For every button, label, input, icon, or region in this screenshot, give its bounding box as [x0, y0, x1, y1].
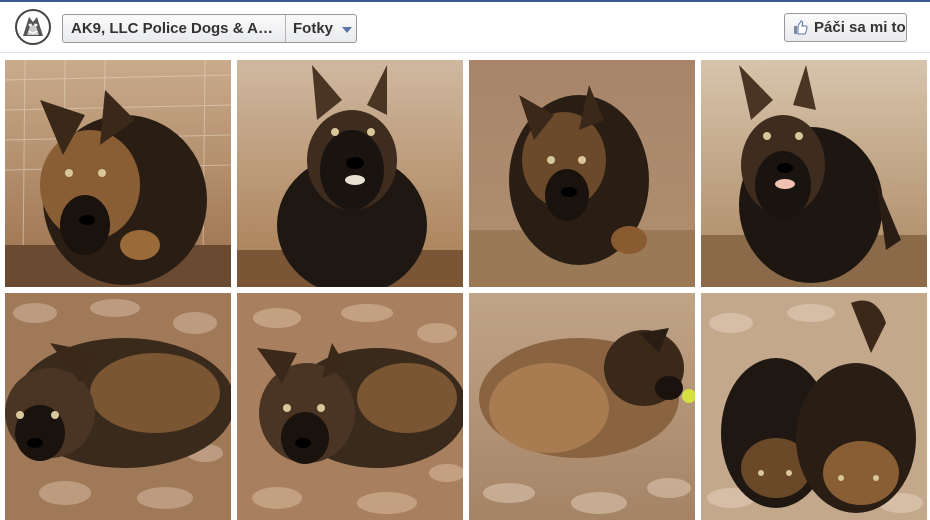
photo-thumbnail[interactable]	[237, 293, 463, 520]
photo-grid	[0, 53, 930, 520]
photo-thumbnail[interactable]	[701, 60, 927, 287]
page-title-dropdown[interactable]: AK9, LLC Police Dogs & Alert K9 Training…	[62, 14, 357, 43]
page-name[interactable]: AK9, LLC Police Dogs & Alert K9 Training	[63, 15, 286, 42]
photo-thumbnail[interactable]	[5, 293, 231, 520]
photo-thumbnail[interactable]	[237, 60, 463, 287]
photo-thumbnail[interactable]	[469, 293, 695, 520]
thumbs-up-icon	[794, 20, 808, 35]
photo-thumbnail[interactable]	[701, 293, 927, 520]
page-header: AK9, LLC Police Dogs & Alert K9 Training…	[0, 2, 930, 53]
section-label: Fotky	[293, 20, 334, 37]
section-selector[interactable]: Fotky	[286, 15, 356, 42]
photo-thumbnail[interactable]	[469, 60, 695, 287]
ak9-logo-icon[interactable]	[14, 8, 52, 46]
photo-thumbnail[interactable]	[5, 60, 231, 287]
chevron-down-icon[interactable]	[342, 26, 353, 33]
like-button[interactable]: Páči sa mi to	[784, 13, 907, 42]
like-label: Páči sa mi to	[814, 19, 906, 36]
